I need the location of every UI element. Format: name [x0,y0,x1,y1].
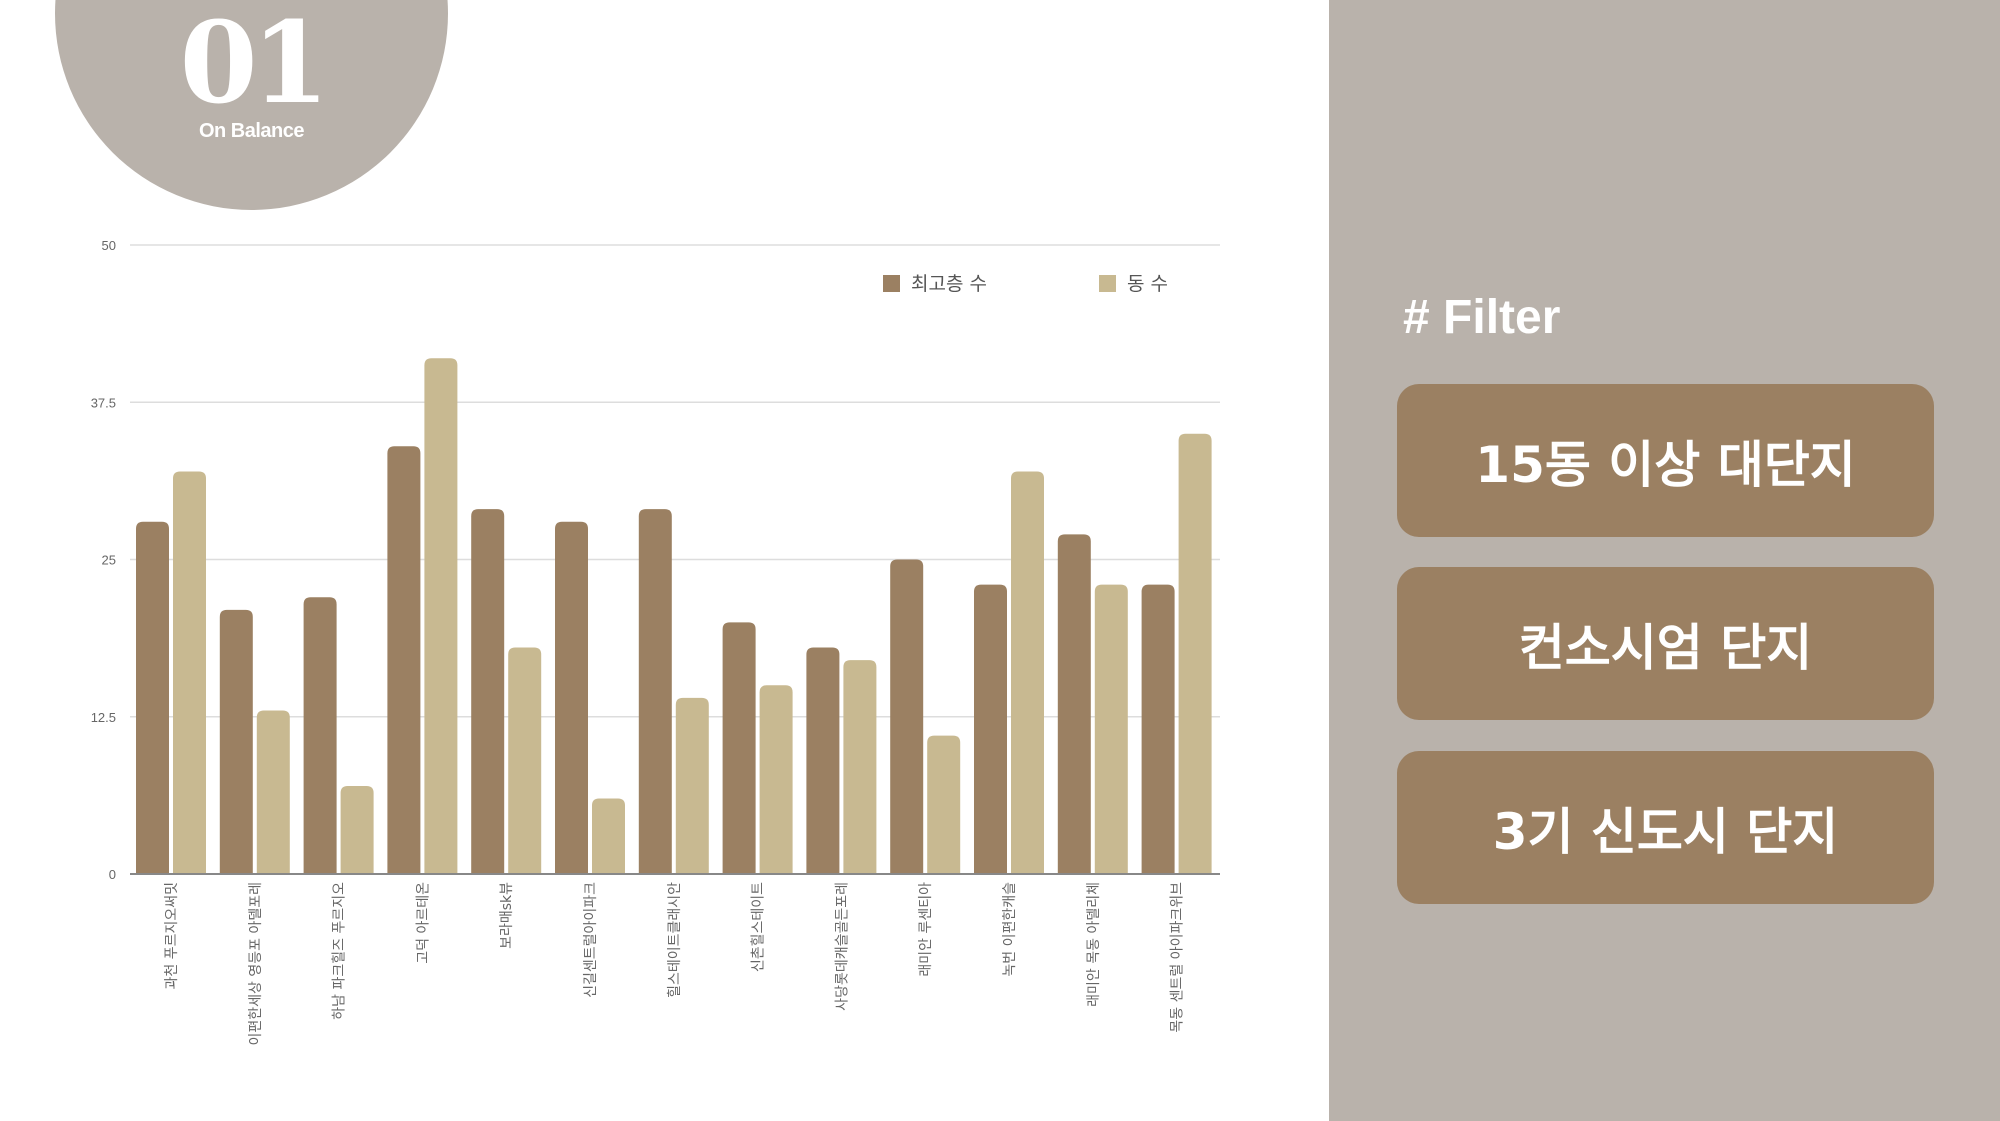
y-tick-label: 50 [102,238,116,253]
bar-buildings [173,471,206,874]
legend-label: 동 수 [1127,273,1168,295]
bar-buildings [1094,584,1128,874]
bar-buildings [1178,433,1212,874]
x-category-label: 신길센트럴아이파크 [583,882,599,998]
filter-button-new-town[interactable]: 3기 신도시 단지 [1397,751,1934,904]
bar-buildings [759,685,793,874]
bar-buildings [1011,471,1044,874]
x-category-label: 고덕 아르테온 [415,882,431,964]
x-category-label: 래미안 루센티아 [918,882,934,977]
y-tick-label: 37.5 [91,395,116,410]
bar-max-floors [387,446,421,874]
bar-max-floors [638,509,672,874]
y-tick-label: 12.5 [91,710,116,725]
filter-button-large-complex[interactable]: 15동 이상 대단지 [1397,384,1934,537]
bar-max-floors [136,521,169,874]
bar-chart: 0 12.5 25 37.5 50 과천 푸르지오써밋 이편한세상 영등포 아델포레 하남 파… [91,238,1220,1045]
x-category-label: 목동 센트럴 아이파크위브 [1170,882,1186,1033]
bar-buildings [508,647,542,874]
x-category-label: 이편한세상 영등포 아델포레 [248,882,264,1045]
legend-swatch [1099,275,1116,292]
bar-max-floors [1057,534,1091,874]
bar-buildings [592,798,625,874]
x-category-label: 녹번 이편한캐슬 [1002,882,1018,977]
bar-max-floors [1141,584,1175,874]
bar-buildings [843,660,877,874]
y-tick-label: 0 [109,867,116,882]
bar-max-floors [890,559,924,874]
y-tick-label: 25 [102,553,116,568]
bar-buildings [340,785,374,874]
filter-button-consortium[interactable]: 컨소시엄 단지 [1397,567,1934,720]
x-category-label: 사당롯데캐슬골든포레 [834,882,850,1011]
bar-max-floors [219,609,253,874]
bar-max-floors [722,622,756,874]
bar-max-floors [974,584,1007,874]
filter-title: # Filter [1403,291,1561,344]
x-category-label: 보라매sk뷰 [499,882,515,949]
x-category-label: 힐스테이트클래시안 [667,882,683,998]
x-category-label: 신촌힐스테이트 [751,882,767,972]
bar-buildings [424,358,458,875]
bar-buildings [675,697,709,874]
legend-swatch [883,275,900,292]
bar-buildings [256,710,290,874]
bar-max-floors [806,647,840,874]
legend-label: 최고층 수 [911,273,987,295]
filter-panel: # Filter 15동 이상 대단지 컨소시엄 단지 3기 신도시 단지 [1329,0,2000,1121]
bar-max-floors [471,509,505,874]
bar-max-floors [303,597,337,874]
x-category-label: 하남 파크힐즈 푸르지오 [332,882,348,1020]
bar-buildings [927,735,961,874]
x-category-label: 과천 푸르지오써밋 [164,882,180,990]
x-category-label: 래미안 목동 아델리체 [1086,882,1102,1007]
bar-max-floors [555,521,588,874]
